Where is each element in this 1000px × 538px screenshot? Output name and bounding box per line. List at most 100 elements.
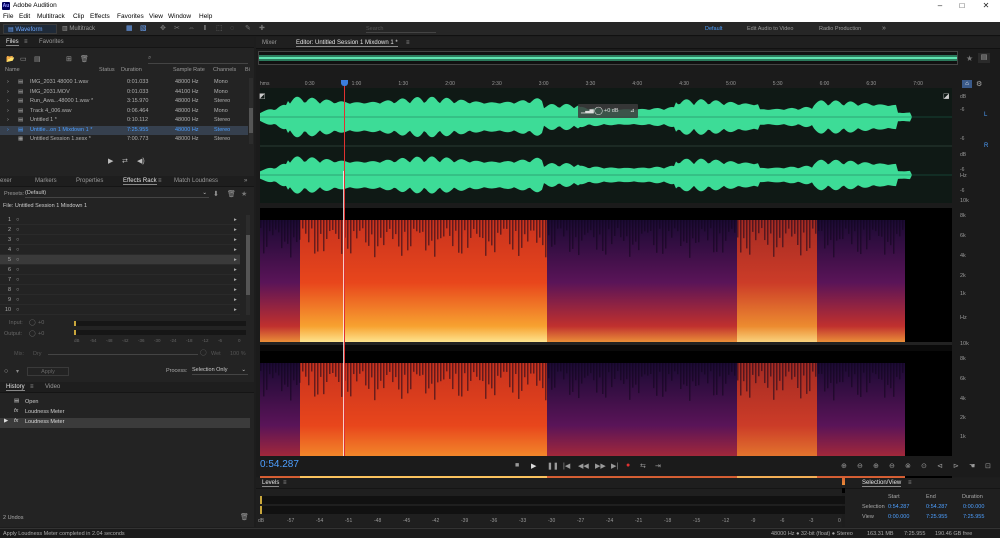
menu-multitrack[interactable]: Multitrack (37, 13, 65, 20)
effect-slot[interactable]: 1 ○ ▸ (0, 215, 240, 225)
slip-tool-icon[interactable]: ⇔ (188, 25, 195, 33)
files-scrollbar[interactable] (249, 78, 253, 144)
tab-editor[interactable]: Editor: Untitled Session 1 Mixdown 1 * (296, 40, 398, 47)
effect-slot[interactable]: 8 ○ ▸ (0, 285, 240, 295)
file-row-selected[interactable]: › ▤ Untitle...on 1 Mixdown 1 * 7:25.955 4800… (0, 125, 248, 135)
power-icon[interactable]: ○ (16, 245, 19, 255)
zoom-out-time-icon[interactable]: ⊖ (889, 462, 895, 470)
file-row[interactable]: ▦ Untitled Session 1.sesx * 7:00.773 48000 … (0, 135, 248, 145)
playhead[interactable] (344, 80, 346, 456)
stop-icon[interactable]: ■ (515, 462, 519, 469)
effect-slot[interactable]: 2 ○ ▸ (0, 225, 240, 235)
tab-history[interactable]: History (6, 384, 25, 391)
spot-healing-icon[interactable]: ✚ (259, 25, 265, 33)
presets-dropdown[interactable]: (Default) ⌄ (25, 190, 209, 198)
panel-menu-icon[interactable]: ≡ (158, 178, 162, 184)
panel-menu-icon[interactable]: ≡ (908, 480, 912, 486)
effect-slot-selected[interactable]: 5 ○ ▸ (0, 255, 240, 265)
razor-tool-icon[interactable]: ✂ (174, 25, 180, 33)
tab-levels[interactable]: Levels (262, 480, 280, 487)
slot-arrow-icon[interactable]: ▸ (234, 265, 237, 275)
col-bit[interactable]: Bi (245, 67, 250, 73)
history-item-selected[interactable]: ▶ fx Loudness Meter (0, 418, 250, 428)
view-end[interactable]: 7:25.955 (926, 514, 947, 520)
zoom-in-left-icon[interactable]: ⊲ (937, 462, 943, 470)
effect-slot[interactable]: 4 ○ ▸ (0, 245, 240, 255)
timecode-display[interactable]: 0:54.287 (260, 459, 299, 470)
menu-window[interactable]: Window (168, 13, 191, 20)
wet-value[interactable]: 100 % (230, 351, 246, 357)
tab-markers[interactable]: Markers (35, 178, 57, 184)
zoom-out-amplitude-icon[interactable]: ⊖ (857, 462, 863, 470)
tab-mixer[interactable]: Mixer (262, 40, 277, 46)
loop-icon[interactable]: ⇆ (640, 462, 646, 470)
col-channels[interactable]: Channels (213, 67, 236, 73)
import-file-icon[interactable]: ▭ (20, 55, 27, 63)
apply-button[interactable]: Apply (27, 367, 69, 376)
workspace-radio-production[interactable]: Radio Production (819, 25, 861, 33)
slot-arrow-icon[interactable]: ▸ (234, 285, 237, 295)
input-value[interactable]: +0 (38, 320, 44, 326)
slot-arrow-icon[interactable]: ▸ (234, 235, 237, 245)
panel-menu-icon[interactable]: ≡ (30, 384, 34, 390)
slot-arrow-icon[interactable]: ▸ (234, 225, 237, 235)
col-name[interactable]: Name (5, 67, 20, 73)
tab-effects-rack[interactable]: Effects Rack (123, 178, 157, 185)
tab-properties[interactable]: Properties (76, 178, 103, 184)
play-preview-icon[interactable]: ▶ (108, 157, 113, 165)
new-file-icon[interactable]: ▤ (34, 55, 41, 63)
close-icon[interactable]: ✕ (976, 0, 996, 11)
mix-slider[interactable] (48, 354, 198, 355)
menu-effects[interactable]: Effects (90, 13, 110, 20)
effect-slot[interactable]: 9 ○ ▸ (0, 295, 240, 305)
fade-in-handle-icon[interactable]: ◩ (259, 92, 266, 100)
slot-arrow-icon[interactable]: ▸ (234, 255, 237, 265)
lasso-tool-icon[interactable]: ◌ (230, 25, 234, 33)
slot-arrow-icon[interactable]: ▸ (234, 275, 237, 285)
menu-file[interactable]: File (3, 13, 13, 20)
menu-help[interactable]: Help (199, 13, 212, 20)
power-icon[interactable]: ○ (16, 255, 19, 265)
slot-arrow-icon[interactable]: ▸ (234, 295, 237, 305)
marquee-tool-icon[interactable]: ⬚ (216, 25, 223, 33)
search-input[interactable]: Search (366, 25, 436, 33)
file-row[interactable]: › ▤ Run_Awa...48000 1.wav * 3:15.970 48000 H… (0, 97, 248, 107)
col-sample-rate[interactable]: Sample Rate (173, 67, 205, 73)
brush-tool-icon[interactable]: ✎ (245, 25, 251, 33)
power-icon[interactable]: ○ (16, 265, 19, 275)
panel-overflow-icon[interactable]: » (244, 178, 247, 184)
power-icon[interactable]: ○ (16, 215, 19, 225)
input-knob-icon[interactable]: ◯ (29, 319, 36, 326)
multitrack-button[interactable]: ▥ Multitrack (60, 24, 110, 34)
selection-duration[interactable]: 0:00.000 (963, 504, 984, 510)
insert-icon[interactable]: ⊞ (66, 55, 72, 63)
tab-mixer[interactable]: exer (0, 178, 12, 184)
col-status[interactable]: Status (99, 67, 115, 73)
zoom-out-full-icon[interactable]: ⊗ (905, 462, 911, 470)
previous-icon[interactable]: |◀ (563, 462, 570, 470)
channel-right-label[interactable]: R (984, 143, 988, 149)
delete-icon[interactable]: 🗑 (80, 55, 89, 63)
panel-menu-icon[interactable]: ≡ (24, 39, 28, 45)
hud-level[interactable]: ▁▃▅ ◯ +0 dB ⊿ (578, 104, 638, 118)
selection-start[interactable]: 0:54.287 (888, 504, 909, 510)
zoom-fit-icon[interactable]: ⊡ (985, 462, 991, 470)
power-icon[interactable]: ○ (16, 235, 19, 245)
rack-options-icon[interactable]: ▾ (16, 368, 19, 375)
power-icon[interactable]: ○ (16, 305, 19, 315)
delete-history-icon[interactable]: 🗑 (240, 513, 249, 521)
history-item[interactable]: ▤ Open (0, 398, 250, 408)
record-icon[interactable]: ● (626, 462, 630, 469)
tab-video[interactable]: Video (45, 384, 60, 390)
effect-slot[interactable]: 7 ○ ▸ (0, 275, 240, 285)
waveform-overview[interactable] (258, 51, 958, 65)
fast-forward-icon[interactable]: ▶▶ (595, 462, 606, 470)
file-row[interactable]: › ▤ IMG_2031.MOV 0:01.033 44100 Hz Mono (0, 88, 248, 98)
effect-slot[interactable]: 3 ○ ▸ (0, 235, 240, 245)
spectral-frequency-display[interactable] (260, 208, 952, 493)
power-icon[interactable]: ○ (16, 225, 19, 235)
time-selection-tool-icon[interactable]: I (204, 25, 206, 33)
minimize-icon[interactable]: – (930, 0, 950, 11)
zoom-in-right-icon[interactable]: ⊳ (953, 462, 959, 470)
power-icon[interactable]: ○ (16, 275, 19, 285)
